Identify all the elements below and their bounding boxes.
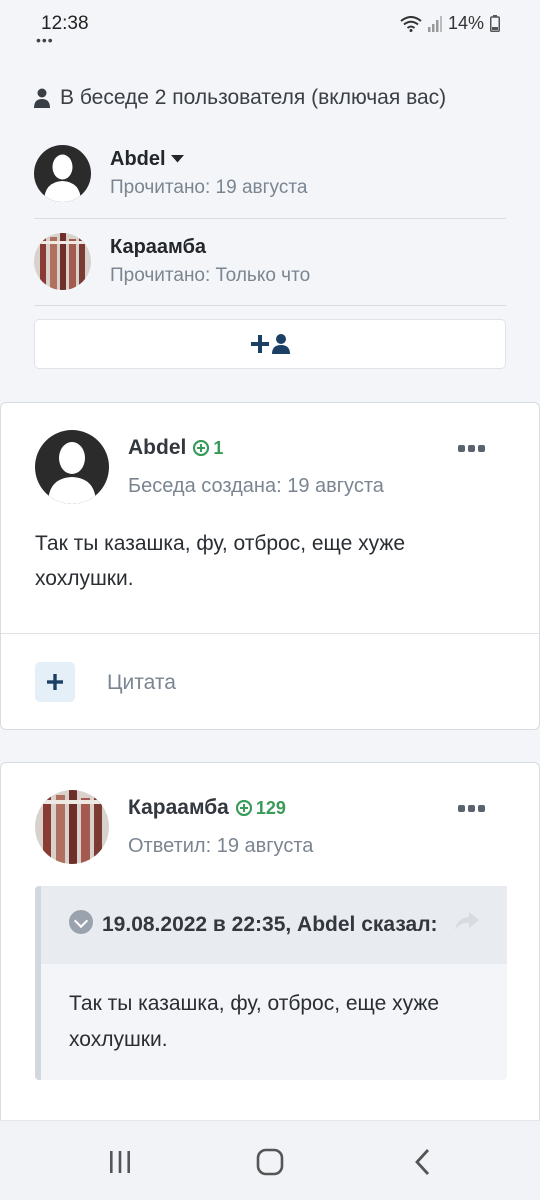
reputation-badge: 129 xyxy=(235,797,286,819)
caret-down-icon[interactable] xyxy=(170,155,184,163)
back-button[interactable] xyxy=(402,1147,442,1177)
share-arrow-icon[interactable] xyxy=(455,912,479,930)
photo-avatar[interactable] xyxy=(35,790,109,864)
user-icon xyxy=(34,88,50,108)
status-bar: 12:38 14% ••• xyxy=(0,0,540,48)
message-subtitle: Беседа создана: 19 августа xyxy=(128,475,384,497)
wifi-icon xyxy=(400,15,422,32)
reputation-count: 1 xyxy=(213,437,224,458)
add-user-icon xyxy=(271,334,290,354)
participant-row[interactable]: Караамба Прочитано: Только что xyxy=(34,218,506,304)
reputation-badge: 1 xyxy=(193,438,223,459)
recent-apps-button[interactable] xyxy=(100,1147,140,1177)
message-body: Так ты казашка, фу, отброс, еще хуже хох… xyxy=(35,532,406,590)
quote-header-text: 19.08.2022 в 22:35, Abdel сказал: xyxy=(102,913,438,936)
home-icon xyxy=(256,1148,284,1176)
battery-percent: 14% xyxy=(447,13,484,33)
message-subtitle: Ответил: 19 августа xyxy=(128,835,314,857)
message-author[interactable]: Abdel xyxy=(128,436,186,460)
system-nav-bar xyxy=(0,1120,540,1200)
default-avatar-icon[interactable] xyxy=(35,430,109,504)
photo-avatar[interactable] xyxy=(34,232,91,290)
default-avatar-icon[interactable] xyxy=(34,144,91,202)
recent-apps-icon xyxy=(110,1151,130,1173)
more-options-button[interactable] xyxy=(458,805,485,812)
message-author[interactable]: Караамба xyxy=(128,796,229,820)
quote-body: Так ты казашка, фу, отброс, еще хуже хох… xyxy=(69,992,440,1051)
back-icon xyxy=(415,1149,430,1175)
divider xyxy=(34,305,506,306)
quote-button[interactable]: Цитата xyxy=(107,671,176,695)
status-icons: 14% xyxy=(400,13,500,34)
signal-icon xyxy=(427,15,442,32)
message-card: Караамба 129 Ответил: 19 августа 19.08.2… xyxy=(0,762,540,1142)
battery-icon xyxy=(490,15,500,32)
message-card: Abdel 1 Беседа создана: 19 августа Так т… xyxy=(0,402,540,730)
message-actions: Цитата xyxy=(1,633,540,729)
participant-name[interactable]: Abdel xyxy=(110,148,307,171)
reputation-count: 129 xyxy=(255,797,286,818)
message-header: Abdel 1 Беседа создана: 19 августа xyxy=(35,430,384,504)
more-options-button[interactable] xyxy=(458,445,485,452)
quote-block: 19.08.2022 в 22:35, Abdel сказал: Так ты… xyxy=(35,886,507,1080)
plus-circle-icon xyxy=(193,440,210,456)
overflow-dots: ••• xyxy=(36,32,54,48)
participant-read-status: Прочитано: 19 августа xyxy=(110,176,308,198)
plus-circle-icon xyxy=(235,800,252,816)
participant-row[interactable]: Abdel Прочитано: 19 августа xyxy=(34,130,506,216)
participants-header: В беседе 2 пользователя (включая вас) xyxy=(34,86,446,110)
participant-name[interactable]: Караамба xyxy=(110,236,310,259)
plus-icon xyxy=(47,674,63,690)
participant-read-status: Прочитано: Только что xyxy=(110,264,311,286)
quote-header[interactable]: 19.08.2022 в 22:35, Abdel сказал: xyxy=(41,886,507,964)
multi-quote-button[interactable] xyxy=(35,662,75,702)
chevron-down-icon[interactable] xyxy=(69,910,93,934)
participant-name-text[interactable]: Abdel xyxy=(110,148,166,171)
message-header: Караамба 129 Ответил: 19 августа xyxy=(35,790,313,864)
participants-count: В беседе 2 пользователя (включая вас) xyxy=(60,86,447,109)
plus-icon xyxy=(250,335,269,353)
home-button[interactable] xyxy=(250,1147,290,1177)
invite-user-button[interactable] xyxy=(34,319,506,369)
